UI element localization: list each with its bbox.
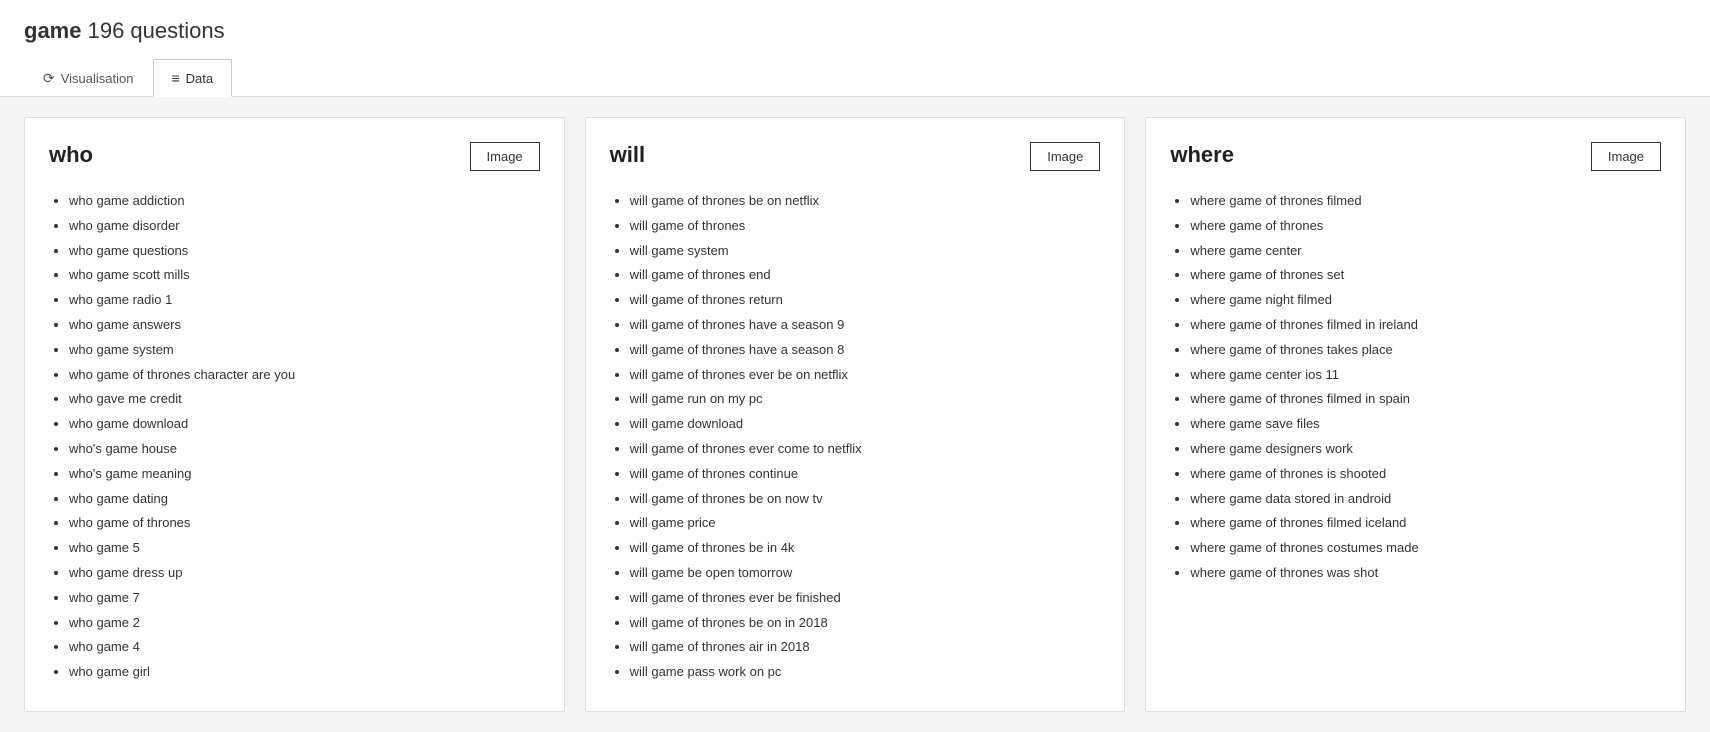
list-item: who's game house xyxy=(69,439,540,460)
list-item: will game system xyxy=(630,241,1101,262)
list-item: will game of thrones ever be finished xyxy=(630,588,1101,609)
list-item: will game of thrones end xyxy=(630,265,1101,286)
card-where: whereImagewhere game of thrones filmedwh… xyxy=(1145,117,1686,712)
list-item: who game dress up xyxy=(69,563,540,584)
list-item: where game of thrones set xyxy=(1190,265,1661,286)
tab-visualisation-label: Visualisation xyxy=(61,71,134,86)
card-who: who Image who game addiction who game disor… xyxy=(24,117,565,712)
list-item: will game download xyxy=(630,414,1101,435)
list-item: where game of thrones filmed xyxy=(1190,191,1661,212)
list-item: will game of thrones continue xyxy=(630,464,1101,485)
page-title-bold: game xyxy=(24,18,81,43)
list-item: who game 7 xyxy=(69,588,540,609)
tab-bar: ⟳ Visualisation ≡ Data xyxy=(24,58,1686,96)
page-title: game 196 questions xyxy=(24,18,1686,58)
list-item: where game of thrones was shot xyxy=(1190,563,1661,584)
list-item: will game price xyxy=(630,513,1101,534)
card-list-who: who game addiction who game disorder who g… xyxy=(49,191,540,683)
list-item: who game of thrones xyxy=(69,513,540,534)
list-item: who's game meaning xyxy=(69,464,540,485)
tab-data-label: Data xyxy=(186,71,213,86)
cards-container: who Image who game addiction who game disor… xyxy=(24,117,1686,712)
list-item: where game of thrones filmed in spain xyxy=(1190,389,1661,410)
list-item: where game designers work xyxy=(1190,439,1661,460)
list-item: where game center xyxy=(1190,241,1661,262)
list-item: will game of thrones be in 4k xyxy=(630,538,1101,559)
list-item: will game of thrones have a season 8 xyxy=(630,340,1101,361)
list-item: will game of thrones be on netflix xyxy=(630,191,1101,212)
main-content: who Image who game addiction who game disor… xyxy=(0,97,1710,732)
list-item: where game data stored in android xyxy=(1190,489,1661,510)
list-item: who game of thrones character are you xyxy=(69,365,540,386)
card-will: will Image will game of thrones be on netf… xyxy=(585,117,1126,712)
list-item: will game be open tomorrow xyxy=(630,563,1101,584)
list-item: who game dating xyxy=(69,489,540,510)
list-item: who game radio 1 xyxy=(69,290,540,311)
image-button-who[interactable]: Image xyxy=(470,142,540,171)
data-icon: ≡ xyxy=(172,70,180,86)
list-item: where game night filmed xyxy=(1190,290,1661,311)
list-item: who game answers xyxy=(69,315,540,336)
visualisation-icon: ⟳ xyxy=(43,70,55,87)
list-item: will game of thrones ever come to netfli… xyxy=(630,439,1101,460)
list-item: who game 5 xyxy=(69,538,540,559)
list-item: where game of thrones is shooted xyxy=(1190,464,1661,485)
list-item: will game of thrones be on now tv xyxy=(630,489,1101,510)
list-item: will game of thrones air in 2018 xyxy=(630,637,1101,658)
card-header-where: where Image xyxy=(1170,142,1661,171)
card-title-who: who xyxy=(49,142,93,168)
list-item: who gave me credit xyxy=(69,389,540,410)
list-item: who game 2 xyxy=(69,613,540,634)
tab-visualisation[interactable]: ⟳ Visualisation xyxy=(24,59,153,97)
list-item: who game questions xyxy=(69,241,540,262)
page-title-rest: 196 questions xyxy=(81,18,224,43)
card-list-will: will game of thrones be on netflix will g… xyxy=(610,191,1101,683)
list-item: will game of thrones return xyxy=(630,290,1101,311)
list-item: will game of thrones ever be on netflix xyxy=(630,365,1101,386)
list-item: where game of thrones filmed iceland xyxy=(1190,513,1661,534)
list-item: will game of thrones have a season 9 xyxy=(630,315,1101,336)
list-item: will game of thrones xyxy=(630,216,1101,237)
list-item: who game system xyxy=(69,340,540,361)
list-item: who game 4 xyxy=(69,637,540,658)
header: game 196 questions ⟳ Visualisation ≡ Dat… xyxy=(0,0,1710,97)
tab-data[interactable]: ≡ Data xyxy=(153,59,233,97)
list-item: where game save files xyxy=(1190,414,1661,435)
card-header-who: who Image xyxy=(49,142,540,171)
list-item: will game run on my pc xyxy=(630,389,1101,410)
list-item: who game addiction xyxy=(69,191,540,212)
image-button-will[interactable]: Image xyxy=(1030,142,1100,171)
list-item: who game download xyxy=(69,414,540,435)
list-item: where game center ios 11 xyxy=(1190,365,1661,386)
card-title-where: where xyxy=(1170,142,1234,168)
list-item: will game of thrones be on in 2018 xyxy=(630,613,1101,634)
list-item: who game girl xyxy=(69,662,540,683)
image-button-where[interactable]: Image xyxy=(1591,142,1661,171)
list-item: who game scott mills xyxy=(69,265,540,286)
card-title-will: will xyxy=(610,142,645,168)
card-list-where: where game of thrones filmed where game o… xyxy=(1170,191,1661,584)
list-item: where game of thrones takes place xyxy=(1190,340,1661,361)
list-item: will game pass work on pc xyxy=(630,662,1101,683)
list-item: where game of thrones costumes made xyxy=(1190,538,1661,559)
list-item: who game disorder xyxy=(69,216,540,237)
list-item: where game of thrones filmed in ireland xyxy=(1190,315,1661,336)
list-item: where game of thrones xyxy=(1190,216,1661,237)
card-header-will: will Image xyxy=(610,142,1101,171)
